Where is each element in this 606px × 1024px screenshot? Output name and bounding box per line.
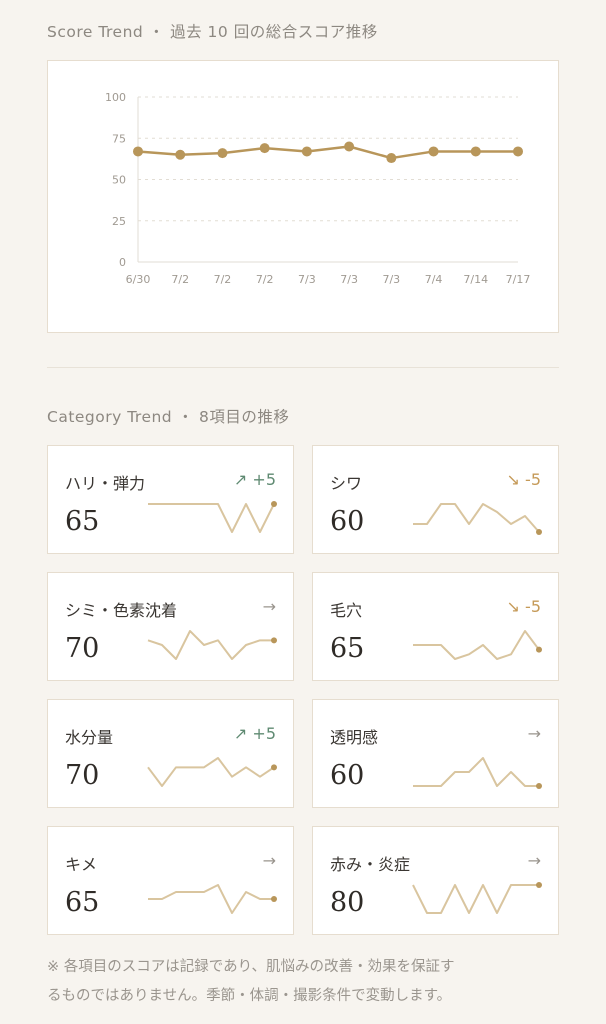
- y-tick-label: 25: [112, 215, 126, 228]
- sparkline-path: [413, 630, 540, 660]
- sparkline-endpoint: [536, 882, 542, 888]
- score-trend-chart: 0 25 50 75 100 6/30 7/2 7/2 7/2 7/3 7/3 7/3 7/4 7/14 7…: [105, 91, 531, 286]
- sparkline-endpoint: [536, 646, 542, 653]
- score-line: [137, 145, 518, 160]
- category-delta: →: [527, 724, 541, 743]
- category-sparkline: [413, 630, 542, 660]
- category-label: キメ: [65, 855, 98, 874]
- category-card-akami[interactable]: 赤み・炎症 → 80: [312, 826, 559, 935]
- section-divider: [47, 367, 559, 368]
- category-card-kime[interactable]: キメ → 65: [47, 826, 294, 935]
- disclaimer-footnote: ※ 各項目のスコアは記録であり、肌悩みの改善・効果を保証す るものではありません…: [47, 953, 567, 1011]
- category-sparkline: [147, 757, 277, 787]
- category-score: 65: [65, 506, 100, 537]
- sparkline-endpoint: [271, 501, 277, 507]
- category-card-toumei[interactable]: 透明感 → 60: [312, 699, 559, 808]
- category-delta: →: [262, 597, 276, 616]
- disclaimer-line: ※ 各項目のスコアは記録であり、肌悩みの改善・効果を保証す: [47, 959, 455, 975]
- category-score: 70: [65, 633, 100, 664]
- category-card-suibun[interactable]: 水分量 ↗ +5 70: [47, 699, 294, 808]
- sparkline-path: [148, 503, 275, 533]
- sparkline-endpoint: [271, 637, 277, 644]
- category-card-hari[interactable]: ハリ・弾力 ↗ +5 65: [47, 445, 294, 554]
- x-tick-label: 7/4: [425, 273, 443, 286]
- sparkline-endpoint: [536, 529, 542, 535]
- score-point[interactable]: [386, 153, 397, 164]
- category-label: 毛穴: [330, 601, 363, 620]
- category-score: 65: [330, 633, 365, 664]
- category-score: 60: [330, 506, 365, 537]
- category-label: 水分量: [65, 728, 114, 747]
- category-sparkline: [148, 501, 277, 533]
- category-delta: ↗ +5: [233, 470, 276, 489]
- sparkline-path: [413, 757, 539, 787]
- sparkline-endpoint: [271, 896, 277, 902]
- sparkline-path: [413, 503, 540, 533]
- x-tick-label: 7/2: [214, 273, 232, 286]
- category-label: 透明感: [330, 728, 379, 747]
- category-card-shimi[interactable]: シミ・色素沈着 → 70: [47, 572, 294, 681]
- category-card-keana[interactable]: 毛穴 ↘ -5 65: [312, 572, 559, 681]
- category-delta: ↘ -5: [506, 470, 541, 489]
- score-point[interactable]: [301, 146, 312, 157]
- score-point[interactable]: [259, 143, 270, 154]
- disclaimer-line: るものではありません。季節・体調・撮影条件で変動します。: [47, 988, 452, 1004]
- y-tick-label: 0: [119, 256, 126, 269]
- x-tick-label: 7/14: [463, 273, 488, 286]
- sparkline-path: [412, 884, 539, 914]
- sparkline-endpoint: [536, 783, 542, 789]
- x-tick-label: 7/3: [298, 273, 316, 286]
- score-point[interactable]: [470, 146, 481, 157]
- category-sparkline: [413, 757, 542, 789]
- category-trend-title: Category Trend ・ 8項目の推移: [47, 408, 290, 426]
- x-tick-label: 7/3: [340, 273, 358, 286]
- category-score: 65: [65, 887, 100, 918]
- category-score: 70: [65, 760, 100, 791]
- category-label: ハリ・弾力: [65, 474, 146, 493]
- y-tick-label: 100: [105, 91, 126, 104]
- category-delta: ↘ -5: [506, 597, 541, 616]
- category-delta: →: [262, 851, 276, 870]
- category-sparkline: [413, 503, 542, 535]
- sparkline-path: [148, 884, 274, 914]
- score-point[interactable]: [133, 146, 143, 157]
- sparkline-path: [147, 757, 275, 787]
- category-label: シワ: [330, 474, 363, 493]
- score-trend-chart-card: 0 25 50 75 100 6/30 7/2 7/2 7/2 7/3 7/3 7/3 7/4 7/14 7…: [47, 60, 559, 333]
- category-card-shiwa[interactable]: シワ ↘ -5 60: [312, 445, 559, 554]
- x-tick-label: 7/2: [256, 273, 274, 286]
- y-tick-label: 50: [112, 174, 126, 187]
- category-score: 80: [330, 887, 365, 918]
- score-trend-title: Score Trend ・ 過去 10 回の総合スコア推移: [47, 23, 378, 41]
- x-tick-label: 7/2: [171, 273, 189, 286]
- score-point[interactable]: [217, 148, 228, 159]
- score-point[interactable]: [428, 146, 439, 157]
- sparkline-endpoint: [271, 764, 277, 771]
- score-point[interactable]: [513, 146, 523, 157]
- category-sparkline: [412, 882, 542, 914]
- y-tick-label: 75: [112, 132, 126, 145]
- category-label: シミ・色素沈着: [65, 601, 178, 620]
- category-score: 60: [330, 760, 365, 791]
- sparkline-path: [147, 630, 274, 660]
- category-sparkline: [147, 630, 277, 660]
- score-point[interactable]: [344, 141, 355, 152]
- x-tick-label: 7/3: [382, 273, 400, 286]
- score-point[interactable]: [175, 149, 186, 160]
- x-tick-label: 7/17: [506, 273, 531, 286]
- category-delta: →: [527, 851, 541, 870]
- x-tick-label: 6/30: [126, 273, 151, 286]
- category-delta: ↗ +5: [233, 724, 276, 743]
- category-label: 赤み・炎症: [330, 855, 411, 874]
- category-sparkline: [148, 884, 277, 914]
